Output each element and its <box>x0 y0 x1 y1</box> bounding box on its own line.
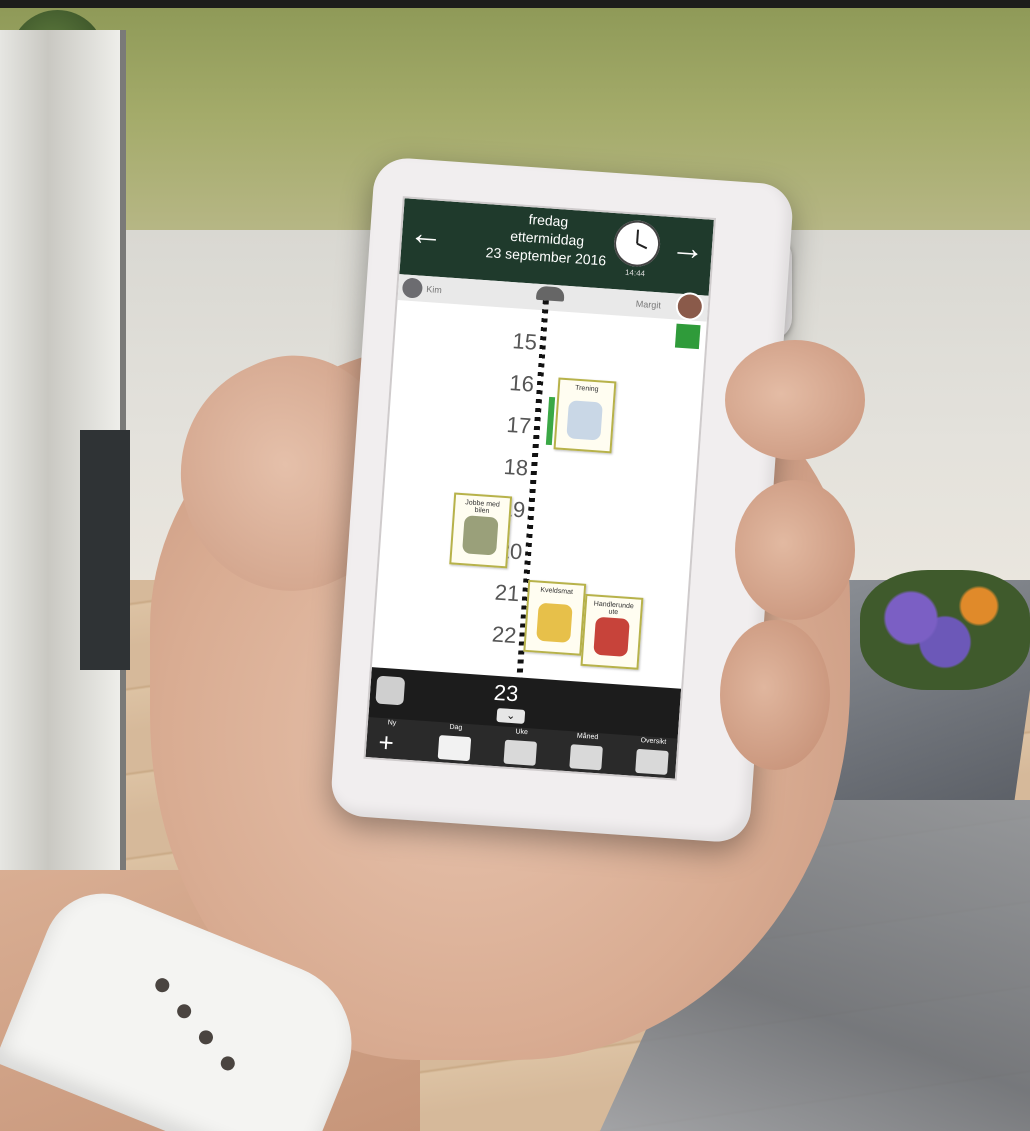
flowers <box>860 570 1030 690</box>
chair <box>80 430 130 670</box>
tool-label: Dag <box>449 723 463 732</box>
clock-time: 14:44 <box>624 267 646 279</box>
hour-label: 23 <box>493 679 520 707</box>
chevron-down-icon[interactable]: ⌄ <box>496 707 526 724</box>
person-left-name: Kim <box>426 284 443 296</box>
activity-card[interactable]: Trening <box>553 377 617 454</box>
overview-button[interactable]: Oversikt <box>631 737 674 778</box>
band-hole <box>153 976 172 995</box>
finger <box>720 620 830 770</box>
add-button[interactable]: Ny + <box>370 718 413 759</box>
hour-label: 22 <box>491 621 518 649</box>
calendar-day-icon <box>437 735 472 762</box>
device-screen: ← fredag ettermiddag 23 september 2016 1… <box>363 196 717 781</box>
avatar[interactable] <box>677 293 703 320</box>
person-right-name: Margit <box>635 298 662 311</box>
calendar-week-icon <box>503 739 538 766</box>
calendar-month-icon <box>569 744 603 771</box>
hour-label: 17 <box>505 411 532 439</box>
plus-icon: + <box>377 726 395 758</box>
activity-label: Handlerunde ute <box>593 600 635 617</box>
background-scene: ← fredag ettermiddag 23 september 2016 1… <box>0 0 1030 1131</box>
activity-label: Kveldsmat <box>540 586 574 596</box>
food-pictogram-icon <box>536 602 573 643</box>
planner-device: ← fredag ettermiddag 23 september 2016 1… <box>329 156 795 844</box>
activity-card[interactable]: Kveldsmat <box>523 579 587 656</box>
band-hole <box>175 1002 194 1021</box>
hour-label: 21 <box>494 579 521 607</box>
band-hole <box>218 1054 237 1073</box>
eye-icon[interactable] <box>375 675 406 706</box>
clock-hands <box>636 229 648 250</box>
day-view-button[interactable]: Dag <box>434 723 477 764</box>
month-view-button[interactable]: Måned <box>565 732 608 773</box>
phone-icon[interactable] <box>535 285 565 302</box>
tool-label: Oversikt <box>640 737 667 746</box>
tool-label: Ny <box>387 719 397 727</box>
band-hole <box>196 1028 216 1047</box>
hour-label: 15 <box>511 328 538 355</box>
tool-label: Måned <box>576 732 599 742</box>
car-pictogram-icon <box>462 515 499 556</box>
finger <box>725 340 865 460</box>
week-view-button[interactable]: Uke <box>499 727 542 768</box>
activity-label: Trening <box>574 384 599 394</box>
hour-label: 18 <box>502 453 530 481</box>
activity-label: Jobbe med bilen <box>464 499 501 515</box>
status-marker <box>674 323 701 350</box>
arrow-left-icon[interactable]: ← <box>405 213 448 256</box>
grid-icon <box>635 748 669 775</box>
person-pictogram-icon <box>566 400 603 441</box>
hour-label: 16 <box>508 370 535 397</box>
top-strip <box>0 0 1030 8</box>
activity-card[interactable]: Jobbe med bilen <box>449 492 513 569</box>
arrow-right-icon[interactable]: → <box>667 227 710 270</box>
activity-card[interactable]: Handlerunde ute <box>580 593 644 670</box>
tool-label: Uke <box>515 728 529 737</box>
finger <box>735 480 855 620</box>
clock-icon <box>612 219 662 269</box>
avatar[interactable] <box>401 277 424 299</box>
shopping-pictogram-icon <box>593 616 630 657</box>
